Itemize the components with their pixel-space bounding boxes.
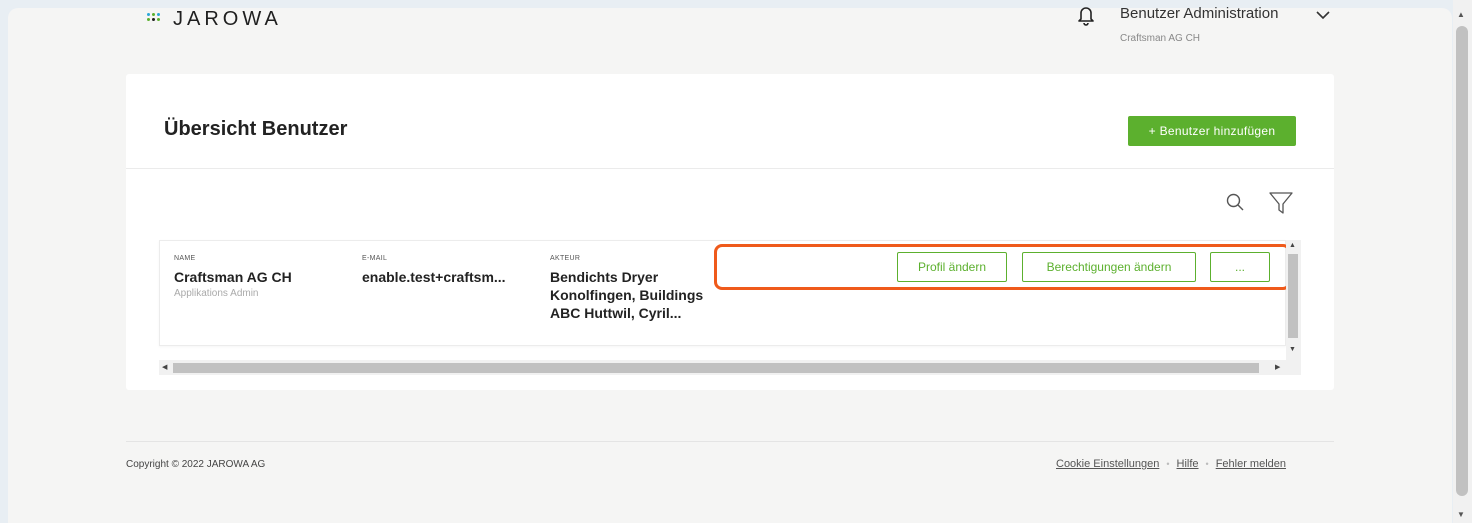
actor-column-label: AKTEUR bbox=[550, 255, 581, 262]
table-vscroll-thumb[interactable] bbox=[1288, 254, 1298, 338]
email-cell: E-MAIL enable.test+craftsm... bbox=[362, 255, 506, 286]
user-menu-company: Craftsman AG CH bbox=[1120, 33, 1201, 44]
scroll-down-arrow-icon[interactable]: ▼ bbox=[1289, 346, 1296, 353]
more-actions-button[interactable]: ... bbox=[1210, 252, 1270, 282]
footer-links: Cookie Einstellungen • Hilfe • Fehler me… bbox=[1056, 458, 1286, 470]
actor-line: ABC Huttwil, Cyril... bbox=[550, 305, 682, 321]
actor-line: Bendichts Dryer bbox=[550, 269, 659, 285]
actor-cell: AKTEUR Bendichts Dryer Konolfingen, Buil… bbox=[550, 255, 720, 322]
user-role: Applikations Admin bbox=[174, 288, 259, 299]
help-link[interactable]: Hilfe bbox=[1177, 458, 1199, 470]
name-cell: NAME Craftsman AG CH Applikations Admin bbox=[174, 255, 292, 299]
card-divider bbox=[126, 168, 1334, 169]
users-table: NAME Craftsman AG CH Applikations Admin … bbox=[159, 240, 1303, 375]
jarowa-logo[interactable]: JAROWA bbox=[147, 8, 282, 30]
user-menu-title[interactable]: Benutzer Administration bbox=[1120, 5, 1278, 22]
email-column-label: E-MAIL bbox=[362, 255, 388, 262]
scroll-down-arrow-icon[interactable]: ▼ bbox=[1457, 510, 1465, 519]
users-overview-card: Übersicht Benutzer + Benutzer hinzufügen… bbox=[126, 74, 1334, 390]
filter-icon[interactable] bbox=[1268, 190, 1294, 216]
add-user-button[interactable]: + Benutzer hinzufügen bbox=[1128, 116, 1296, 146]
actor-line: Konolfingen, Buildings bbox=[550, 287, 704, 303]
table-row[interactable]: NAME Craftsman AG CH Applikations Admin … bbox=[159, 240, 1291, 346]
page-scrollbar-thumb[interactable] bbox=[1456, 26, 1468, 496]
user-actor: Bendichts Dryer Konolfingen, Buildings A… bbox=[550, 268, 720, 322]
scroll-left-arrow-icon[interactable]: ◀ bbox=[162, 363, 167, 371]
copyright-text: Copyright © 2022 JAROWA AG bbox=[126, 459, 266, 470]
bell-icon[interactable] bbox=[1076, 4, 1096, 26]
edit-profile-button[interactable]: Profil ändern bbox=[897, 252, 1007, 282]
table-horizontal-scrollbar[interactable]: ◀ ▶ bbox=[159, 360, 1301, 375]
report-error-link[interactable]: Fehler melden bbox=[1216, 458, 1286, 470]
chevron-down-icon[interactable] bbox=[1315, 8, 1331, 22]
scroll-right-arrow-icon[interactable]: ▶ bbox=[1275, 363, 1280, 371]
name-column-label: NAME bbox=[174, 255, 196, 262]
cookie-settings-link[interactable]: Cookie Einstellungen bbox=[1056, 458, 1159, 470]
table-hscroll-thumb[interactable] bbox=[173, 363, 1259, 373]
page-title: Übersicht Benutzer bbox=[164, 118, 348, 140]
separator-dot: • bbox=[1166, 459, 1170, 469]
logo-dots-icon bbox=[147, 10, 169, 28]
edit-permissions-button[interactable]: Berechtigungen ändern bbox=[1022, 252, 1196, 282]
separator-dot: • bbox=[1205, 459, 1209, 469]
page-scrollbar[interactable]: ▲ ▼ bbox=[1453, 0, 1472, 523]
scroll-up-arrow-icon[interactable]: ▲ bbox=[1457, 10, 1465, 19]
logo-text: JAROWA bbox=[173, 7, 282, 30]
scroll-up-arrow-icon[interactable]: ▲ bbox=[1289, 242, 1296, 249]
table-vertical-scrollbar[interactable]: ▲ ▼ bbox=[1286, 240, 1301, 360]
user-email: enable.test+craftsm... bbox=[362, 269, 506, 285]
user-name: Craftsman AG CH bbox=[174, 269, 292, 285]
footer-divider bbox=[126, 441, 1334, 442]
search-icon[interactable] bbox=[1225, 192, 1245, 212]
